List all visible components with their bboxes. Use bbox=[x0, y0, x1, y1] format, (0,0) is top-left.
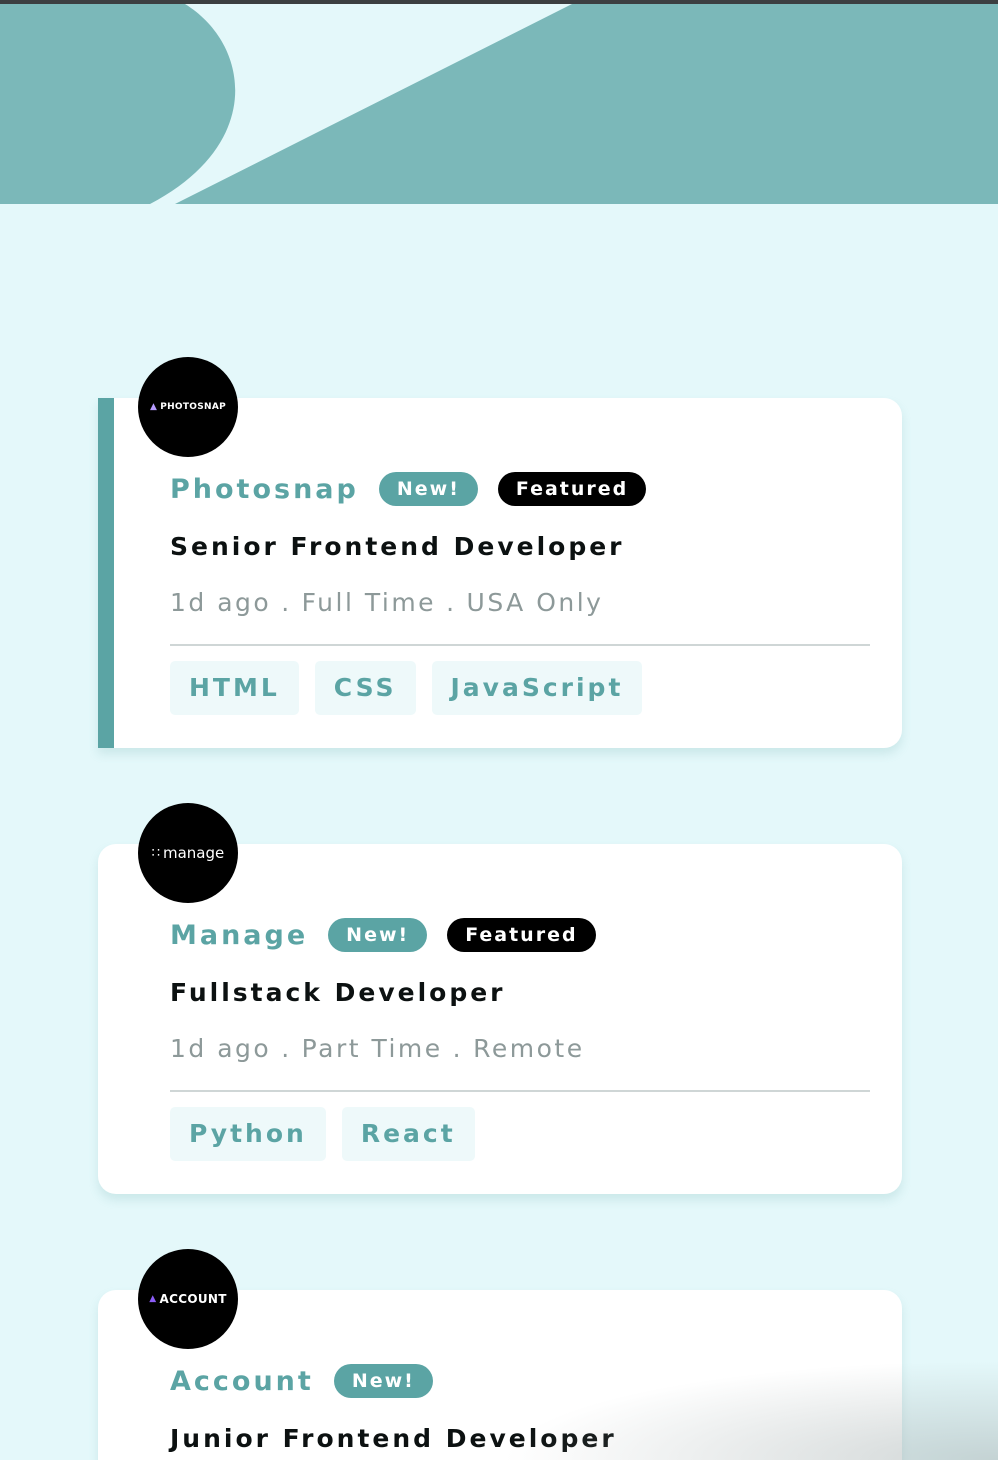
logo-text: manage bbox=[163, 844, 225, 862]
job-title[interactable]: Fullstack Developer bbox=[170, 978, 506, 1007]
job-location: Remote bbox=[473, 1034, 585, 1063]
featured-badge: Featured bbox=[497, 472, 647, 506]
triangle-icon: ▲ bbox=[149, 1294, 157, 1304]
company-name: Manage bbox=[170, 919, 309, 951]
company-name: Account bbox=[170, 1365, 314, 1397]
job-card[interactable]: ▲ PHOTOSNAP Photosnap New! Featured Seni… bbox=[98, 357, 902, 748]
posted-at: 1d ago bbox=[170, 588, 272, 617]
header-pattern bbox=[0, 4, 998, 204]
job-card[interactable]: ∷ manage Manage New! Featured Fullstack … bbox=[98, 803, 902, 1194]
job-header-row: Photosnap New! Featured bbox=[170, 472, 647, 506]
posted-at: 1d ago bbox=[170, 1034, 272, 1063]
company-logo: ∷ manage bbox=[138, 803, 238, 903]
meta-separator: . bbox=[452, 1034, 464, 1063]
new-badge: New! bbox=[328, 918, 428, 952]
job-location: USA Only bbox=[466, 588, 604, 617]
job-meta: 1d ago. Full Time. USA Only bbox=[170, 588, 603, 617]
job-header-row: Account New! bbox=[170, 1364, 433, 1398]
featured-badge: Featured bbox=[447, 918, 596, 952]
tag-button[interactable]: Python bbox=[170, 1107, 326, 1161]
tag-list: HTML CSS JavaScript bbox=[170, 661, 658, 715]
job-header-row: Manage New! Featured bbox=[170, 918, 596, 952]
divider bbox=[170, 1090, 870, 1092]
job-card[interactable]: ▲ ACCOUNT Account New! Junior Frontend D… bbox=[98, 1249, 902, 1460]
logo-text: ACCOUNT bbox=[159, 1292, 227, 1306]
tag-button[interactable]: HTML bbox=[170, 661, 299, 715]
company-logo: ▲ PHOTOSNAP bbox=[138, 357, 238, 457]
new-badge: New! bbox=[378, 472, 478, 506]
contract-type: Full Time bbox=[301, 588, 437, 617]
company-logo: ▲ ACCOUNT bbox=[138, 1249, 238, 1349]
tag-button[interactable]: React bbox=[341, 1107, 475, 1161]
job-meta: 1d ago. Part Time. Remote bbox=[170, 1034, 585, 1063]
contract-type: Part Time bbox=[301, 1034, 443, 1063]
job-title[interactable]: Junior Frontend Developer bbox=[170, 1424, 617, 1453]
header-banner bbox=[0, 4, 998, 204]
meta-separator: . bbox=[281, 588, 292, 617]
tag-button[interactable]: CSS bbox=[314, 661, 416, 715]
tag-list: Python React bbox=[170, 1107, 491, 1161]
new-badge: New! bbox=[333, 1364, 433, 1398]
meta-separator: . bbox=[446, 588, 457, 617]
job-title[interactable]: Senior Frontend Developer bbox=[170, 532, 625, 561]
divider bbox=[170, 644, 870, 646]
dots-icon: ∷ bbox=[151, 845, 160, 861]
triangle-icon: ▲ bbox=[149, 402, 158, 412]
company-name: Photosnap bbox=[170, 473, 359, 505]
logo-text: PHOTOSNAP bbox=[160, 402, 227, 412]
tag-button[interactable]: JavaScript bbox=[431, 661, 643, 715]
meta-separator: . bbox=[281, 1034, 292, 1063]
